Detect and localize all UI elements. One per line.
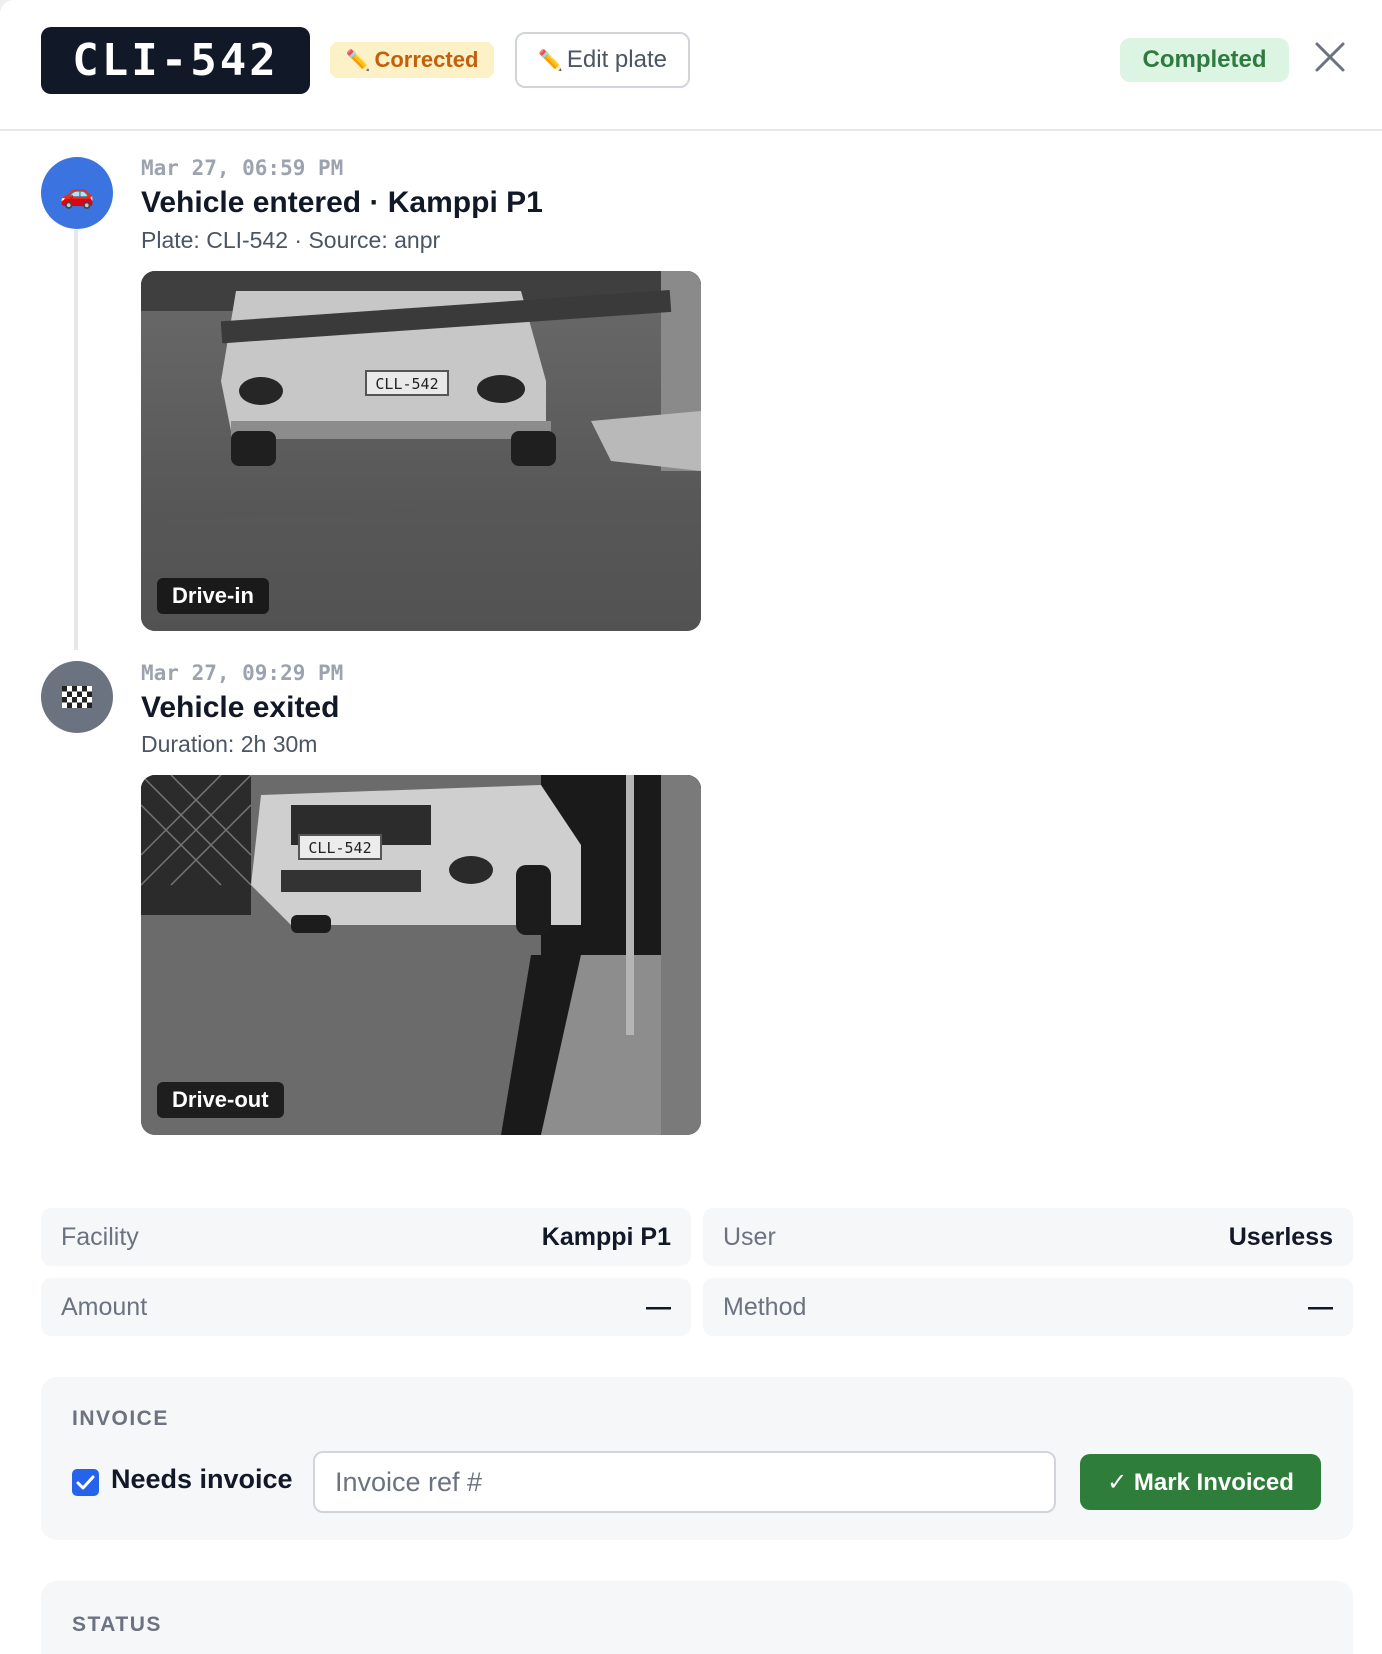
mark-invoiced-button[interactable]: ✓ Mark Invoiced — [1080, 1454, 1321, 1510]
entry-time: Mar 27, 06:59 PM — [141, 156, 344, 180]
facility-label: Facility — [61, 1222, 139, 1251]
checkmark-icon — [76, 1475, 95, 1489]
status-badge: Completed — [1120, 38, 1289, 82]
corrected-badge-label: Corrected — [374, 47, 479, 72]
plate-number: CLI-542 — [41, 27, 310, 94]
invoice-title: INVOICE — [72, 1407, 169, 1430]
drive-out-photo-image: CLL-542 — [141, 775, 701, 1135]
status-title: STATUS — [72, 1613, 162, 1636]
pencil-icon: ✏️ — [538, 49, 563, 72]
car-icon: 🚗 — [41, 157, 113, 229]
amount-field: Amount — — [41, 1278, 691, 1336]
session-detail-modal: CLI-542 ✏️ Corrected ✏️ Edit plate Compl… — [0, 0, 1382, 1654]
edit-plate-button[interactable]: ✏️ Edit plate — [515, 32, 690, 88]
status-section: STATUS — [41, 1581, 1353, 1654]
amount-label: Amount — [61, 1292, 148, 1321]
drive-out-photo[interactable]: CLL-542 Drive-out — [141, 775, 701, 1135]
user-label: User — [723, 1222, 776, 1251]
corrected-badge: ✏️ Corrected — [330, 42, 494, 78]
timeline-connector — [74, 230, 78, 650]
drive-in-photo[interactable]: CLL-542 Drive-in — [141, 271, 701, 631]
drive-out-label: Drive-out — [157, 1082, 284, 1118]
modal-header: CLI-542 ✏️ Corrected ✏️ Edit plate Compl… — [0, 0, 1382, 131]
invoice-ref-input[interactable] — [313, 1451, 1056, 1513]
drive-in-label: Drive-in — [157, 578, 269, 614]
needs-invoice-label[interactable]: Needs invoice — [111, 1464, 293, 1495]
exit-subtitle: Duration: 2h 30m — [141, 731, 318, 757]
svg-text:CLL-542: CLL-542 — [375, 375, 438, 393]
method-label: Method — [723, 1292, 807, 1321]
amount-value: — — [646, 1292, 671, 1321]
exit-title: Vehicle exited — [141, 691, 340, 724]
user-field: User Userless — [703, 1208, 1353, 1266]
facility-field: Facility Kamppi P1 — [41, 1208, 691, 1266]
method-value: — — [1308, 1292, 1333, 1321]
facility-value: Kamppi P1 — [541, 1222, 671, 1251]
user-value: Userless — [1228, 1222, 1333, 1251]
close-icon[interactable] — [1313, 40, 1347, 74]
method-field: Method — — [703, 1278, 1353, 1336]
pencil-icon: ✏️ — [345, 49, 371, 72]
svg-text:CLL-542: CLL-542 — [308, 839, 371, 857]
edit-plate-label: Edit plate — [566, 46, 667, 73]
needs-invoice-checkbox[interactable] — [72, 1469, 99, 1496]
checkered-flag-icon — [41, 661, 113, 733]
exit-time: Mar 27, 09:29 PM — [141, 661, 344, 685]
entry-subtitle: Plate: CLI-542 · Source: anpr — [141, 227, 441, 253]
drive-in-photo-image: CLL-542 — [141, 271, 701, 631]
entry-title: Vehicle entered · Kamppi P1 — [141, 186, 543, 219]
